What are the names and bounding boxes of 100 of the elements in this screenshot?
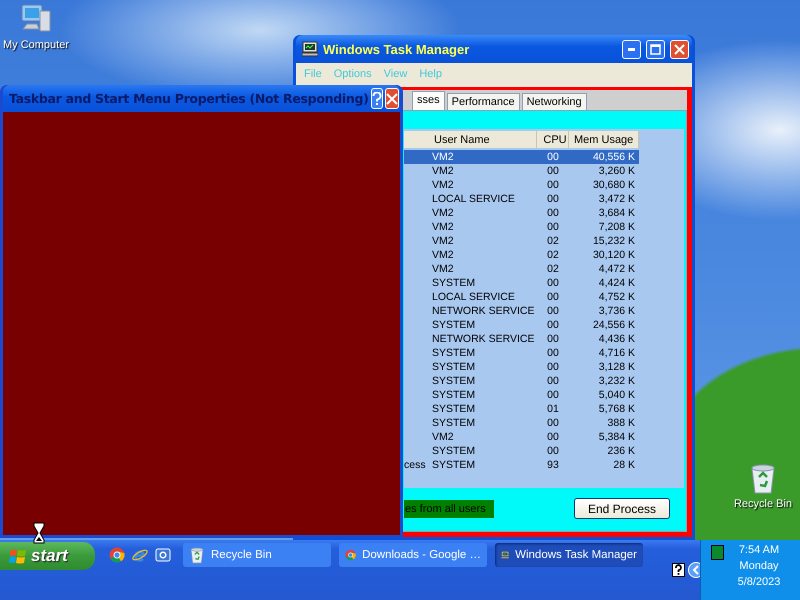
table-cell-text: 28 K xyxy=(612,459,636,471)
table-cell-text: 01 xyxy=(546,403,560,415)
table-cell-text: 00 xyxy=(546,347,560,359)
table-cell-text: 00 xyxy=(546,431,560,443)
table-cell-text: SYSTEM xyxy=(431,347,476,359)
clock-date: 5/8/2023 xyxy=(736,576,782,588)
end-process-button[interactable]: End Process xyxy=(574,498,670,519)
table-cell-text: VM2 xyxy=(431,207,455,219)
recycle-bin-icon xyxy=(189,546,205,564)
table-cell-text: 00 xyxy=(546,319,560,331)
column-header[interactable]: Mem Usage xyxy=(569,131,639,148)
table-cell-text: 24,556 K xyxy=(592,319,636,331)
table-cell-text: 4,472 K xyxy=(598,263,636,275)
window-title: Windows Task Manager xyxy=(323,42,470,56)
table-cell-text: VM2 xyxy=(431,179,455,191)
table-cell-text: VM2 xyxy=(431,235,455,247)
windows-flag-icon xyxy=(9,548,27,564)
close-icon xyxy=(386,92,398,104)
minimize-button[interactable] xyxy=(622,40,641,58)
table-cell-text: 3,260 K xyxy=(598,165,636,177)
close-button[interactable] xyxy=(384,88,399,109)
table-cell-text: 00 xyxy=(546,165,560,177)
table-cell-text: SYSTEM xyxy=(431,403,476,415)
mail-program-icon[interactable] xyxy=(155,547,171,563)
table-cell-text: 40,556 K xyxy=(592,151,636,163)
tray-icon[interactable] xyxy=(711,545,724,560)
selected-row-highlight[interactable]: VM2 00 40,556 K xyxy=(404,150,639,164)
desktop-icon[interactable]: My Computer xyxy=(2,2,70,51)
table-cell-text: 00 xyxy=(546,207,560,219)
desktop-icon-label: Recycle Bin xyxy=(734,498,792,510)
table-cell-text: 4,752 K xyxy=(598,291,636,303)
table-cell-text: 00 xyxy=(546,361,560,373)
table-cell-text: VM2 xyxy=(431,151,455,163)
table-cell-text: SYSTEM xyxy=(431,277,476,289)
table-cell-text: 3,684 K xyxy=(598,207,636,219)
tab[interactable]: sses xyxy=(412,91,445,110)
taskbar-button[interactable]: Recycle Bin xyxy=(183,543,331,567)
table-cell-text: 02 xyxy=(546,235,560,247)
table-cell-text: SYSTEM xyxy=(431,459,476,471)
table-cell-text: 15,232 K xyxy=(592,235,636,247)
table-cell-text: SYSTEM xyxy=(431,389,476,401)
clock-day: Monday xyxy=(730,560,788,572)
maximize-icon xyxy=(650,44,661,54)
table-cell-text: cess xyxy=(404,459,427,471)
table-cell-text: 5,040 K xyxy=(598,389,636,401)
table-cell-text: 02 xyxy=(546,249,560,261)
minimize-icon xyxy=(628,48,635,50)
table-cell-text: 236 K xyxy=(606,445,636,457)
table-cell-text: 4,424 K xyxy=(598,277,636,289)
table-cell-text: 7,208 K xyxy=(598,221,636,233)
table-cell-text: 5,384 K xyxy=(598,431,636,443)
help-icon[interactable] xyxy=(672,563,685,577)
table-cell-text: 3,128 K xyxy=(598,361,636,373)
checkbox-label: es from all users xyxy=(404,500,494,518)
tab[interactable]: Networking xyxy=(522,93,587,110)
table-cell-text: VM2 xyxy=(431,165,455,177)
table-cell-text: 30,680 K xyxy=(592,179,636,191)
table-cell-text: SYSTEM xyxy=(431,375,476,387)
table-cell-text: 00 xyxy=(546,291,560,303)
start-button[interactable]: start xyxy=(0,542,95,570)
window-title: Taskbar and Start Menu Properties (Not Responding) xyxy=(9,91,369,106)
table-cell-text: 02 xyxy=(546,263,560,275)
table-cell-text: 00 xyxy=(546,179,560,191)
table-cell-text: SYSTEM xyxy=(431,417,476,429)
hourglass-cursor-icon xyxy=(33,522,45,544)
taskbar-button[interactable]: Windows Task Manager xyxy=(495,543,643,567)
table-cell-text: 00 xyxy=(546,375,560,387)
clock-time: 7:54 AM xyxy=(738,544,780,556)
chrome-icon[interactable] xyxy=(109,547,125,563)
table-cell-text: VM2 xyxy=(431,263,455,275)
table-cell-text: 3,472 K xyxy=(598,193,636,205)
maximize-button[interactable] xyxy=(646,40,665,58)
table-cell-text: LOCAL SERVICE xyxy=(431,291,516,303)
table-cell-text: NETWORK SERVICE xyxy=(431,305,536,317)
table-cell-text: 00 xyxy=(546,305,560,317)
table-cell-text: 4,436 K xyxy=(598,333,636,345)
taskbar-button[interactable]: Downloads - Google … xyxy=(339,543,487,567)
computer-monitor-icon xyxy=(302,41,318,57)
chrome-icon xyxy=(345,547,356,563)
table-cell-text: 00 xyxy=(546,221,560,233)
table-cell-text: VM2 xyxy=(431,249,455,261)
help-button[interactable] xyxy=(370,88,383,109)
table-cell-text: 93 xyxy=(546,459,560,471)
table-cell-text: SYSTEM xyxy=(431,319,476,331)
table-cell-text: LOCAL SERVICE xyxy=(431,193,516,205)
table-cell-text: 00 xyxy=(546,417,560,429)
table-cell-text: 3,232 K xyxy=(598,375,636,387)
browser-e-icon[interactable] xyxy=(132,547,148,563)
column-header[interactable]: User Name xyxy=(429,131,537,148)
table-cell-text: SYSTEM xyxy=(431,445,476,457)
table-cell-text: 00 xyxy=(546,389,560,401)
question-mark-icon xyxy=(372,92,382,106)
column-header[interactable]: CPU xyxy=(537,131,569,148)
table-cell-text: 00 xyxy=(546,193,560,205)
close-icon xyxy=(674,44,685,54)
close-button[interactable] xyxy=(670,40,689,58)
desktop-icon[interactable]: Recycle Bin xyxy=(734,463,792,510)
tab[interactable]: Performance xyxy=(446,93,520,110)
table-cell-text: NETWORK SERVICE xyxy=(431,333,536,345)
table-cell-text: 00 xyxy=(546,277,560,289)
